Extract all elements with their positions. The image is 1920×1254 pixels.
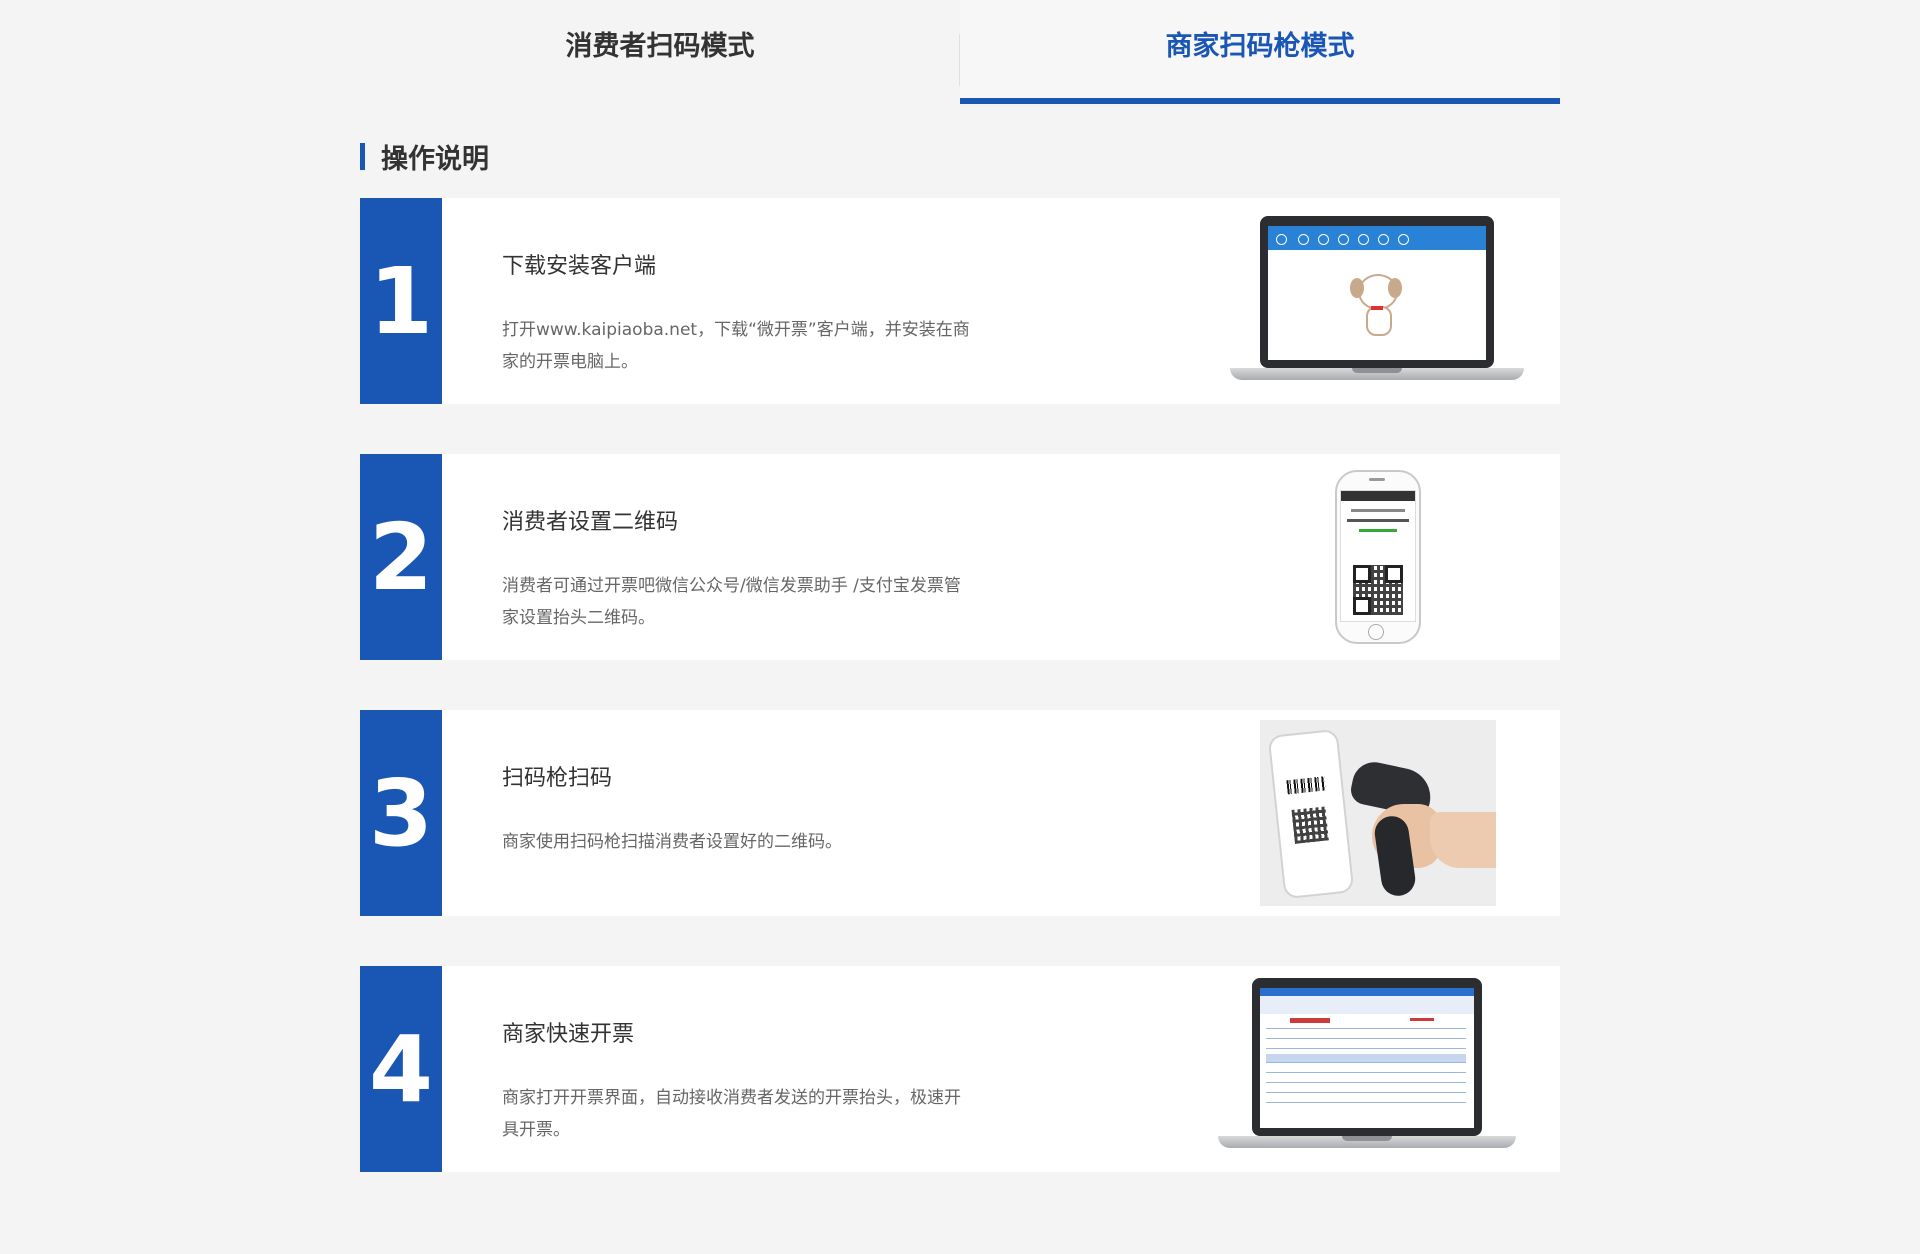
mode-tab-bar: 消费者扫码模式 商家扫码枪模式 xyxy=(0,0,1920,104)
step-description: 商家打开开票界面，自动接收消费者发送的开票抬头，极速开具开票。 xyxy=(502,1088,961,1140)
step-title: 消费者设置二维码 xyxy=(502,510,679,535)
step-number-box: 4 xyxy=(360,966,442,1172)
step-title: 扫码枪扫码 xyxy=(502,766,613,791)
step-title: 商家快速开票 xyxy=(502,1022,635,1047)
step-number-box: 2 xyxy=(360,454,442,660)
step-card-3: 3 扫码枪扫码 商家使用扫码枪扫描消费者设置好的二维码。 xyxy=(360,710,1560,916)
step-number-box: 3 xyxy=(360,710,442,916)
section-title: 操作说明 xyxy=(381,143,489,175)
step-number: 3 xyxy=(368,759,433,867)
step-description: 商家使用扫码枪扫描消费者设置好的二维码。 xyxy=(502,832,842,852)
section-header: 操作说明 xyxy=(360,141,489,175)
step-number: 2 xyxy=(368,503,433,611)
barcode-scanner-icon xyxy=(1260,720,1496,906)
phone-qrcode-icon xyxy=(1335,470,1425,646)
tab-merchant-scanner-mode[interactable]: 商家扫码枪模式 xyxy=(960,0,1560,104)
tab-consumer-scan-mode[interactable]: 消费者扫码模式 xyxy=(360,0,960,104)
section-accent-bar xyxy=(360,142,365,170)
step-card-4: 4 商家快速开票 商家打开开票界面，自动接收消费者发送的开票抬头，极速开具开票。 xyxy=(360,966,1560,1172)
step-description: 打开www.kaipiaoba.net，下载“微开票”客户端，并安装在商家的开票… xyxy=(502,320,970,372)
laptop-invoice-icon xyxy=(1218,978,1518,1158)
step-number: 1 xyxy=(368,247,433,355)
laptop-client-icon xyxy=(1230,216,1530,386)
step-number: 4 xyxy=(368,1015,433,1123)
step-card-2: 2 消费者设置二维码 消费者可通过开票吧微信公众号/微信发票助手 /支付宝发票管… xyxy=(360,454,1560,660)
step-title: 下载安装客户端 xyxy=(502,254,657,279)
step-card-1: 1 下载安装客户端 打开www.kaipiaoba.net，下载“微开票”客户端… xyxy=(360,198,1560,404)
step-description: 消费者可通过开票吧微信公众号/微信发票助手 /支付宝发票管家设置抬头二维码。 xyxy=(502,576,961,628)
step-number-box: 1 xyxy=(360,198,442,404)
